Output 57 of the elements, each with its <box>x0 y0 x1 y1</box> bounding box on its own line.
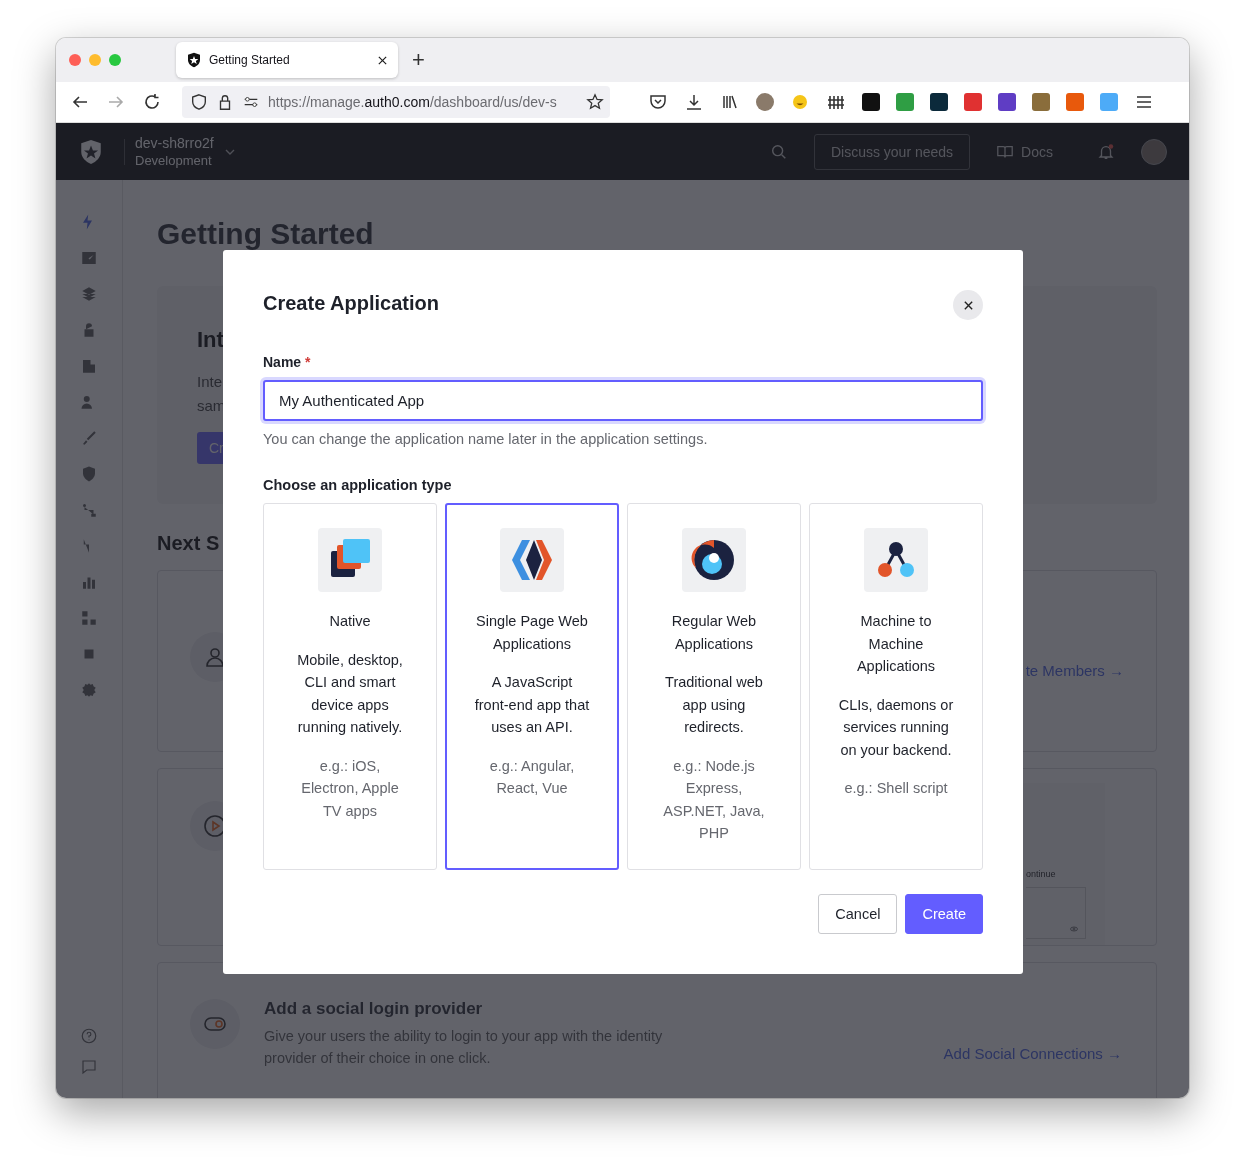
step-title: Add a social login provider <box>264 999 484 1019</box>
type-examples: e.g.: Shell script <box>844 779 948 798</box>
close-window-icon[interactable] <box>69 54 81 66</box>
avatar-icon[interactable] <box>756 93 774 111</box>
connected-dots-icon <box>864 528 928 592</box>
extension-icon[interactable] <box>930 93 948 111</box>
cancel-button[interactable]: Cancel <box>818 894 898 934</box>
application-type-card[interactable]: Native Mobile, desktop, CLI and smart device apps running natively. e.g.: iOS, Electron, Apple TV apps <box>263 503 437 870</box>
dialog-title: Create Application <box>263 291 439 316</box>
diamond-shapes-icon <box>500 528 564 592</box>
type-examples: e.g.: Node.js Express, ASP.NET, Java, PHP <box>662 756 766 843</box>
application-type-card[interactable]: Single Page Web Applications A JavaScript front-end app that uses an API. e.g.: Angular, React, Vue <box>445 503 619 870</box>
type-name: Regular Web Applications <box>670 612 758 654</box>
extension-icon[interactable] <box>1032 93 1050 111</box>
pocket-icon[interactable] <box>648 92 668 112</box>
extension-icon[interactable] <box>1066 93 1084 111</box>
tenant-environment: Development <box>135 153 213 168</box>
type-description: Traditional web app using redirects. <box>664 673 764 737</box>
type-name: Native <box>329 612 371 631</box>
create-button[interactable]: Create <box>905 894 983 934</box>
download-icon[interactable] <box>684 92 704 112</box>
close-tab-icon[interactable] <box>377 54 388 66</box>
extension-icon[interactable] <box>998 93 1016 111</box>
stacked-squares-icon <box>318 528 382 592</box>
name-input[interactable]: My Authenticated App <box>263 380 983 421</box>
shield-icon <box>190 93 208 111</box>
type-label: Choose an application type <box>263 477 453 493</box>
address-bar[interactable]: https://manage.auth0.com/dashboard/us/dev-s <box>182 86 610 118</box>
smiley-icon[interactable] <box>790 92 810 112</box>
shield-star-icon <box>186 52 202 68</box>
zoom-window-icon[interactable] <box>109 54 121 66</box>
extension-icon[interactable] <box>862 93 880 111</box>
type-description: CLIs, daemons or services running on your backend. <box>838 695 954 760</box>
type-name: Single Page Web Applications <box>475 612 589 654</box>
type-examples: e.g.: Angular, React, Vue <box>488 756 576 798</box>
minimize-window-icon[interactable] <box>89 54 101 66</box>
type-examples: e.g.: iOS, Electron, Apple TV apps <box>300 756 400 821</box>
tenant-name: dev-sh8rro2f <box>135 135 214 151</box>
star-icon[interactable] <box>586 93 604 111</box>
application-type-card[interactable]: Machine to Machine Applications CLIs, daemons or services running on your backend. e.g.: Shell script <box>809 503 983 870</box>
extension-icon[interactable] <box>964 93 982 111</box>
new-tab-button[interactable]: + <box>408 47 429 73</box>
page-title: Getting Started <box>157 216 375 252</box>
type-description: Mobile, desktop, CLI and smart device apps running natively. <box>296 650 404 737</box>
close-icon <box>962 299 974 311</box>
application-type-card[interactable]: Regular Web Applications Traditional web app using redirects. e.g.: Node.js Express, ASP.NET, Java, PHP <box>627 503 801 870</box>
browser-tab[interactable]: Getting Started <box>176 42 398 78</box>
url-text: https://manage.auth0.com/dashboard/us/dev-s <box>268 94 558 110</box>
intro-title: Int <box>197 326 224 354</box>
reload-icon[interactable] <box>142 92 162 112</box>
close-button[interactable] <box>953 290 983 320</box>
type-description: A JavaScript front-end app that uses an API. <box>474 673 590 737</box>
extension-icon[interactable] <box>896 93 914 111</box>
type-name: Machine to Machine Applications <box>855 612 937 676</box>
section-title: Next S <box>157 531 221 556</box>
field-label: Name * <box>263 354 311 370</box>
field-hint: You can change the application name later in the application settings. <box>263 431 709 447</box>
